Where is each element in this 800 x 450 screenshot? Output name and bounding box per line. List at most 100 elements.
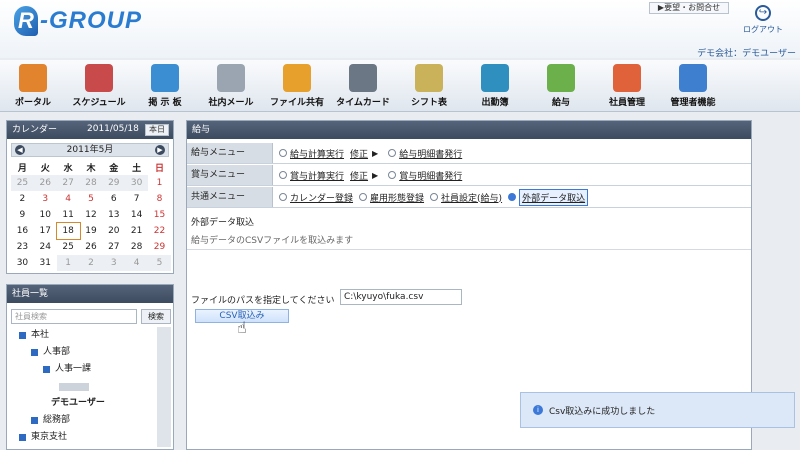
common-menu-label: 共通メニュー [187, 187, 273, 207]
nav-item[interactable]: ファイル共有 [264, 60, 330, 112]
calendar-day[interactable]: 27 [56, 175, 80, 191]
calendar-day[interactable]: 18 [55, 222, 81, 240]
expand-icon[interactable] [31, 417, 38, 424]
nav-label: 掲 示 板 [148, 98, 182, 108]
logout-button[interactable]: ↪ ログアウト [738, 5, 788, 41]
tree-scrollbar[interactable] [157, 327, 171, 447]
nav-item[interactable]: 社内メール [198, 60, 264, 112]
expand-icon[interactable] [43, 366, 50, 373]
nav-item[interactable]: 給与 [528, 60, 594, 112]
nav-item[interactable]: 出勤簿 [462, 60, 528, 112]
calendar-day[interactable]: 10 [34, 207, 57, 223]
nav-label: タイムカード [336, 98, 390, 108]
opt-salary-calc[interactable]: 給与計算実行 [279, 147, 344, 160]
calendar-day[interactable]: 4 [57, 191, 80, 207]
tree-item[interactable]: 本社 [11, 327, 157, 344]
calendar-day[interactable]: 20 [102, 223, 125, 239]
employee-search-button[interactable]: 検索 [141, 309, 171, 324]
tree-item[interactable]: デモユーザー [11, 395, 157, 412]
logout-label: ログアウト [743, 25, 783, 34]
calendar-day[interactable]: 25 [57, 239, 80, 255]
calendar-day[interactable]: 13 [102, 207, 125, 223]
tree-item-redacted[interactable] [11, 378, 157, 395]
expand-icon[interactable] [31, 349, 38, 356]
opt-external-import[interactable]: 外部データ取込 [508, 188, 589, 206]
calendar-day[interactable]: 3 [34, 191, 57, 207]
tree-item[interactable]: 人事一課 [11, 361, 157, 378]
info-icon: i [533, 405, 543, 415]
calendar-day[interactable]: 16 [11, 223, 34, 239]
calendar-day[interactable]: 28 [125, 239, 148, 255]
nav-item[interactable]: 掲 示 板 [132, 60, 198, 112]
calendar-day[interactable]: 24 [34, 239, 57, 255]
calendar-day[interactable]: 5 [80, 191, 103, 207]
nav-item[interactable]: タイムカード [330, 60, 396, 112]
tree-item[interactable]: 人事部 [11, 344, 157, 361]
opt-bonus-calc[interactable]: 賞与計算実行 [279, 169, 344, 182]
calendar-day[interactable]: 11 [57, 207, 80, 223]
prev-month-icon[interactable]: ◀ [15, 145, 25, 155]
opt-salary-slip[interactable]: 給与明細書発行 [388, 147, 462, 160]
request-link[interactable]: ▶要望・お問合せ [649, 2, 729, 14]
nav-label: 出勤簿 [481, 98, 509, 108]
opt-calendar-register[interactable]: カレンダー登録 [279, 191, 353, 204]
calendar-day[interactable]: 1 [148, 175, 171, 191]
calendar-day[interactable]: 5 [148, 255, 171, 271]
expand-icon[interactable] [19, 332, 26, 339]
calendar-day[interactable]: 14 [125, 207, 148, 223]
opt-salary-fix[interactable]: 修正 ▶ [350, 147, 382, 160]
calendar-day[interactable]: 27 [102, 239, 125, 255]
employee-title: 社員一覧 [7, 285, 173, 303]
arrow-right-icon: ▶ [372, 170, 379, 180]
calendar-day[interactable]: 25 [11, 175, 34, 191]
calendar-day[interactable]: 19 [80, 223, 103, 239]
nav-item[interactable]: シフト表 [396, 60, 462, 112]
calendar-day[interactable]: 26 [80, 239, 103, 255]
tree-item[interactable]: 総務部 [11, 412, 157, 429]
nav-label: ファイル共有 [269, 98, 324, 108]
employee-search-input[interactable]: 社員検索 [11, 309, 137, 324]
calendar-day[interactable]: 9 [11, 207, 34, 223]
calendar-day[interactable]: 29 [148, 239, 171, 255]
toast-message: Csv取込みに成功しました [549, 406, 656, 417]
opt-employee-settings[interactable]: 社員設定(給与) [430, 191, 502, 204]
calendar-day[interactable]: 17 [34, 223, 57, 239]
calendar-day[interactable]: 1 [56, 255, 80, 271]
nav-item[interactable]: スケジュール [66, 60, 132, 112]
calendar-day[interactable]: 3 [102, 255, 126, 271]
calendar-day[interactable]: 23 [11, 239, 34, 255]
calendar-day[interactable]: 26 [33, 175, 57, 191]
calendar-day[interactable]: 2 [79, 255, 103, 271]
nav-item[interactable]: 社員管理 [594, 60, 660, 112]
bonus-menu-row: 賞与メニュー 賞与計算実行 修正 ▶ 賞与明細書発行 [187, 165, 751, 186]
tree-item[interactable]: 東京支社 [11, 429, 157, 446]
calendar-day[interactable]: 12 [80, 207, 103, 223]
calendar-day[interactable]: 6 [102, 191, 125, 207]
calendar-day[interactable]: 8 [148, 191, 171, 207]
calendar-day[interactable]: 21 [125, 223, 148, 239]
salary-menu-row: 給与メニュー 給与計算実行 修正 ▶ 給与明細書発行 [187, 143, 751, 164]
nav-item[interactable]: ポータル [0, 60, 66, 112]
calendar-day[interactable]: 31 [34, 255, 57, 271]
nav-item[interactable]: 管理者機能 [660, 60, 726, 112]
calendar-day[interactable]: 30 [125, 175, 149, 191]
calendar-day[interactable]: 30 [11, 255, 34, 271]
calendar-day[interactable]: 28 [79, 175, 103, 191]
calendar-month-bar: ◀ 2011年5月 ▶ [11, 143, 169, 157]
today-button[interactable]: 本日 [145, 124, 169, 136]
expand-icon[interactable] [19, 434, 26, 441]
calendar-day[interactable]: 2 [11, 191, 34, 207]
opt-employment-type[interactable]: 雇用形態登録 [359, 191, 424, 204]
calendar-day[interactable]: 4 [125, 255, 149, 271]
hand-cursor-icon: ☝ [237, 318, 247, 337]
calendar-day[interactable]: 29 [102, 175, 126, 191]
calendar-day[interactable]: 22 [148, 223, 171, 239]
logo[interactable]: R -GROUP [14, 4, 142, 38]
file-path-input[interactable]: C:\kyuyo\fuka.csv [340, 289, 462, 305]
calendar-day[interactable]: 15 [148, 207, 171, 223]
opt-bonus-slip[interactable]: 賞与明細書発行 [388, 169, 462, 182]
opt-bonus-fix[interactable]: 修正 ▶ [350, 169, 382, 182]
next-month-icon[interactable]: ▶ [155, 145, 165, 155]
calendar-day[interactable]: 7 [125, 191, 148, 207]
radio-icon [388, 171, 397, 179]
